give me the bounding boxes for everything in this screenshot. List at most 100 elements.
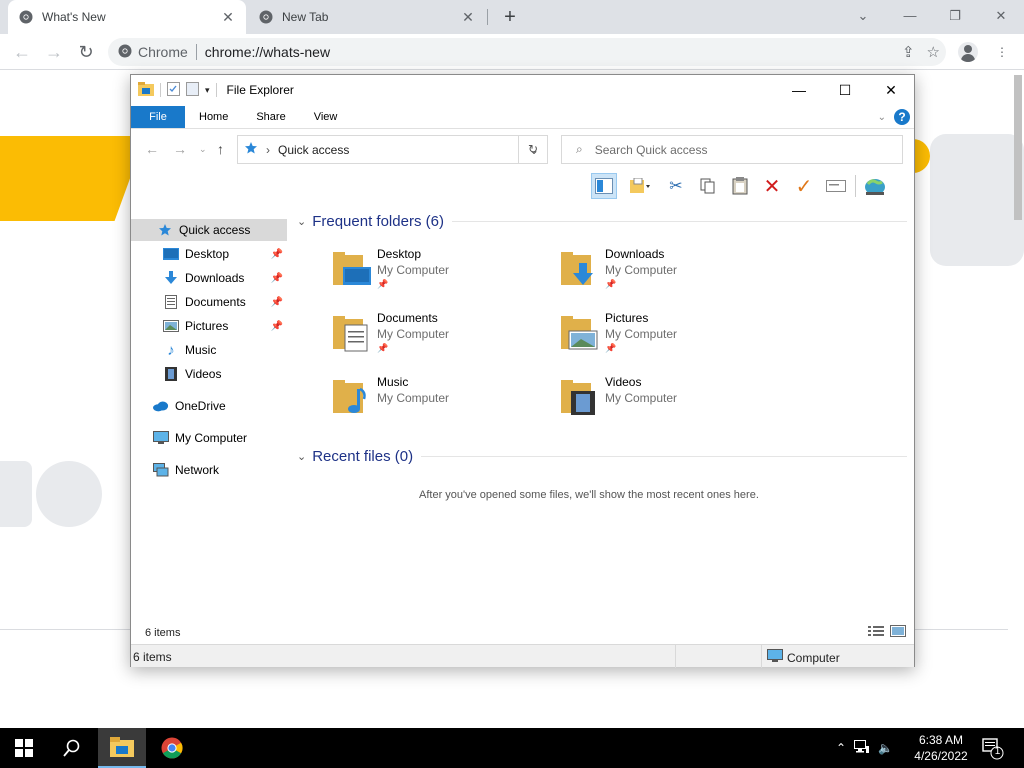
page-scrollbar[interactable] [1014,75,1022,220]
forward-icon[interactable]: → [42,40,66,64]
search-input[interactable]: ⌕ Search Quick access [561,135,903,164]
menu-icon[interactable]: ⋮ [990,40,1014,64]
recent-files-empty-message: After you've opened some files, we'll sh… [419,489,759,501]
time-text: 6:38 AM [918,733,964,747]
item-count: 6 items [145,627,181,639]
taskbar-chrome[interactable] [148,728,196,768]
folder-tile-desktop[interactable]: Desktop My Computer 📌 [331,247,551,303]
properties-icon[interactable] [167,81,180,99]
explorer-maximize-icon[interactable]: ☐ [822,75,868,105]
file-explorer-icon [110,737,134,757]
back-icon[interactable]: ← [10,40,34,64]
start-button[interactable] [0,728,48,768]
pin-icon: 📌 [270,320,283,332]
ribbon-tabs: File Home Share View ⌄ ? [131,106,914,129]
pin-icon: 📌 [605,343,617,353]
documents-folder-icon [333,316,368,352]
pin-icon: 📌 [377,343,389,353]
close-tab-icon[interactable]: ✕ [460,9,476,25]
paste-icon[interactable] [727,173,753,199]
help-icon[interactable]: ? [894,109,910,125]
music-folder-icon [333,380,366,413]
reload-icon[interactable]: ↻ [74,40,98,64]
folder-tile-videos[interactable]: Videos My Computer [559,375,779,431]
new-folder-icon[interactable] [186,81,199,99]
pin-icon: 📌 [377,279,389,289]
tab-whats-new[interactable]: What's New ✕ [8,0,246,34]
checkmark-icon[interactable]: ✓ [791,173,817,199]
minimize-icon[interactable]: — [898,4,922,28]
clock[interactable]: 6:38 AM 4/26/2022 [910,732,972,764]
large-icons-view-icon[interactable] [890,625,906,640]
delete-icon[interactable]: ✕ [759,173,785,199]
explorer-close-icon[interactable]: ✕ [868,75,914,105]
sidebar-item-quick-access[interactable]: Quick access [131,219,287,241]
back-icon[interactable]: ← [145,141,159,157]
taskbar-file-explorer[interactable] [98,728,146,768]
action-center-icon[interactable]: 1 [980,736,1004,760]
refresh-button[interactable]: ↻ [518,135,548,164]
profile-avatar[interactable] [958,42,978,62]
tab-view[interactable]: View [300,106,352,128]
sidebar-item-documents[interactable]: Documents 📌 [131,291,287,313]
tab-share[interactable]: Share [242,106,299,128]
sidebar-item-videos[interactable]: Videos [131,363,287,385]
search-placeholder: Search Quick access [594,142,708,157]
explorer-app-icon [138,81,154,99]
sidebar-item-my-computer[interactable]: My Computer [131,427,287,449]
address-row: ← → ⌄ ↑ › Quick access ⌄ ↻ ⌕ Search Quic… [131,133,914,167]
breadcrumb-quick-access[interactable]: Quick access [278,143,349,157]
show-hidden-icons-icon[interactable]: ⌃ [836,741,846,755]
expand-ribbon-icon[interactable]: ⌄ [878,112,886,123]
sidebar-item-desktop[interactable]: Desktop 📌 [131,243,287,265]
address-bar[interactable]: Chrome chrome://whats-new ⇪ ☆ [108,38,946,66]
volume-icon[interactable]: 🔈 [878,741,893,755]
folder-tile-pictures[interactable]: Pictures My Computer 📌 [559,311,779,367]
search-icon: ⌕ [576,142,583,156]
computer-icon [767,649,783,666]
up-icon[interactable]: ↑ [217,141,224,157]
forward-icon[interactable]: → [173,141,187,157]
system-tray: ⌃ 🔈 [836,728,893,768]
details-view-icon[interactable] [868,625,884,640]
bookmark-star-icon[interactable]: ☆ [927,43,940,61]
explorer-minimize-icon[interactable]: — [776,75,822,105]
close-window-icon[interactable]: ✕ [989,4,1013,28]
file-explorer-window: ▾ File Explorer — ☐ ✕ File Home Share Vi… [130,74,915,668]
document-icon [163,294,179,310]
tab-new-tab[interactable]: New Tab ✕ [248,0,486,34]
globe-icon[interactable] [862,173,888,199]
recent-locations-icon[interactable]: ⌄ [199,144,207,155]
folder-tile-documents[interactable]: Documents My Computer 📌 [331,311,551,367]
pin-icon: 📌 [270,272,283,284]
sidebar-item-pictures[interactable]: Pictures 📌 [131,315,287,337]
sidebar-item-downloads[interactable]: Downloads 📌 [131,267,287,289]
tab-search-icon[interactable]: ⌄ [851,4,875,28]
cut-icon[interactable]: ✂ [663,173,689,199]
sidebar-item-network[interactable]: Network [131,459,287,481]
collapse-chevron-icon: ⌄ [297,216,307,228]
frequent-folders-header[interactable]: ⌄ Frequent folders (6) [297,213,907,230]
network-status-icon[interactable] [854,739,870,757]
customize-toolbar-icon[interactable]: ▾ [205,85,210,96]
explorer-address-bar[interactable]: › Quick access ⌄ [237,135,548,164]
tab-title: New Tab [282,10,329,24]
site-chip: Chrome [138,44,188,60]
navigation-pane: Quick access Desktop 📌 Downloads 📌 Docum… [131,215,289,640]
tab-file[interactable]: File [131,106,185,128]
tab-home[interactable]: Home [185,106,242,128]
new-folder-dropdown-icon[interactable] [623,173,657,199]
folder-tile-music[interactable]: Music My Computer [331,375,551,431]
preview-pane-icon[interactable] [591,173,617,199]
sidebar-item-music[interactable]: ♪ Music [131,339,287,361]
share-icon[interactable]: ⇪ [902,43,915,61]
folder-tile-downloads[interactable]: Downloads My Computer 📌 [559,247,779,303]
recent-files-header[interactable]: ⌄ Recent files (0) [297,448,907,465]
close-tab-icon[interactable]: ✕ [220,9,236,25]
copy-icon[interactable] [695,173,721,199]
sidebar-item-onedrive[interactable]: OneDrive [131,395,287,417]
rename-icon[interactable] [823,173,849,199]
search-button[interactable] [48,728,96,768]
restore-icon[interactable]: ❐ [943,4,967,28]
new-tab-button[interactable]: + [498,5,522,29]
